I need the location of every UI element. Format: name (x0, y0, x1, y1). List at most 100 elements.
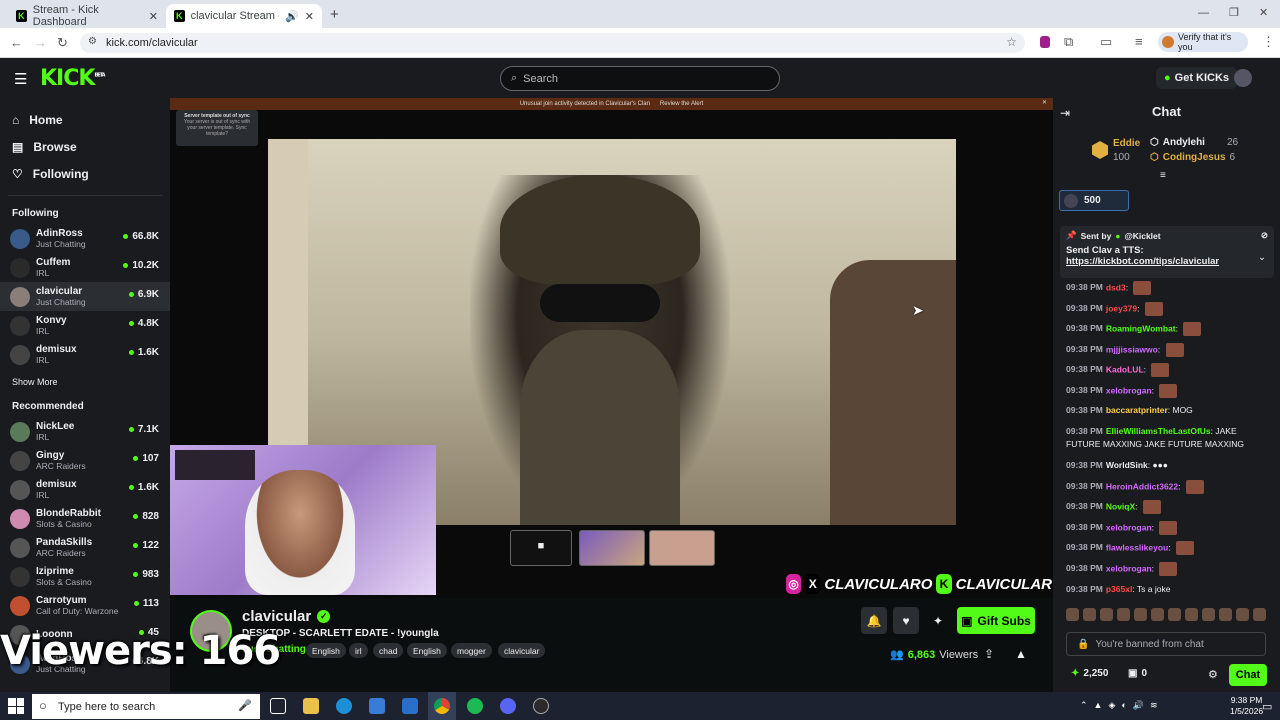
message-username[interactable]: RoamingWombat (1106, 323, 1176, 333)
task-view-icon[interactable] (270, 698, 286, 714)
gifter-2[interactable]: ⬡ Andylehi 26 (1150, 137, 1238, 148)
emote-icon[interactable] (1117, 608, 1130, 621)
message-username[interactable]: joey379 (1106, 303, 1137, 313)
message-username[interactable]: WorldSink (1106, 460, 1148, 470)
channel-row-adinross[interactable]: AdinRoss Just Chatting 66.8K (0, 224, 170, 253)
reload-icon[interactable]: ↻ (57, 35, 68, 51)
tab-kick-dashboard[interactable]: K Stream - Kick Dashboard ✕ (8, 4, 166, 28)
microphone-icon[interactable]: 🎤 (238, 699, 252, 712)
channel-row-demisux[interactable]: demisux IRL 1.6K (0, 340, 170, 369)
file-explorer-icon[interactable] (303, 698, 319, 714)
channel-row-cuffem[interactable]: Cuffem IRL 10.2K (0, 253, 170, 282)
emote-icon[interactable] (1219, 608, 1232, 621)
report-warning-icon[interactable]: ▲ (1015, 647, 1027, 661)
balance-kicks[interactable]: ▣ 0 (1128, 668, 1147, 679)
show-more-link[interactable]: Show More (0, 369, 170, 395)
send-chat-button[interactable]: Chat (1229, 664, 1267, 686)
emote-icon[interactable] (1151, 608, 1164, 621)
system-tray-icons[interactable]: ⌃▲◈◐🔊≋ (1080, 700, 1164, 711)
channel-row-blonderabbit[interactable]: BlondeRabbit Slots & Casino 828 (0, 504, 170, 533)
emote-icon[interactable] (1185, 608, 1198, 621)
bookmark-star-icon[interactable]: ☆ (1006, 35, 1017, 49)
user-avatar[interactable] (1234, 69, 1252, 87)
kick-points-chip[interactable]: 500 (1059, 190, 1129, 211)
message-username[interactable]: mjjjissiawwo (1106, 344, 1158, 354)
channel-row-clavicular[interactable]: clavicular Just Chatting 6.9K (0, 282, 170, 311)
site-info-icon[interactable]: ⚙ (88, 36, 97, 47)
message-username[interactable]: HeroinAddict3622 (1106, 481, 1178, 491)
gifter-1[interactable]: Eddie 100 (1113, 137, 1140, 165)
sparkle-button[interactable]: ✦ (925, 607, 951, 634)
message-username[interactable]: xelobrogan (1106, 385, 1152, 395)
alert-action-link[interactable]: Review the Alert (660, 101, 703, 107)
chat-input-banned[interactable]: 🔒 You're banned from chat (1066, 632, 1266, 656)
message-username[interactable]: NoviqX (1106, 501, 1135, 511)
emote-icon[interactable] (1236, 608, 1249, 621)
thumb-camera[interactable]: ■ (510, 530, 572, 566)
speaker-icon[interactable]: 🔊 (285, 10, 299, 23)
follow-heart-button[interactable]: ♥ (893, 607, 919, 634)
sidebar-item-home[interactable]: ⌂ Home (0, 106, 170, 133)
emote-icon[interactable] (1066, 608, 1079, 621)
search-input[interactable]: ⌕ Search (500, 66, 780, 91)
unpin-icon[interactable]: ⊘ (1261, 230, 1268, 241)
sidebar-item-following[interactable]: ♡ Following (0, 160, 170, 187)
profile-verify-chip[interactable]: Verify that it's you (1158, 32, 1248, 52)
sidebar-item-browse[interactable]: ▤ Browse (0, 133, 170, 160)
notifications-icon[interactable]: ▭ (1262, 700, 1272, 713)
message-username[interactable]: p365xl (1106, 584, 1132, 594)
channel-row-pandaskills[interactable]: PandaSkills ARC Raiders 122 (0, 533, 170, 562)
chrome-icon[interactable] (434, 698, 450, 714)
close-tab-icon[interactable]: ✕ (149, 10, 158, 23)
message-username[interactable]: KadoLUL (1106, 364, 1144, 374)
forward-icon[interactable]: → (34, 35, 47, 50)
gifter-3[interactable]: ⬡ CodingJesus 6 (1150, 152, 1235, 163)
edge-icon[interactable] (336, 698, 352, 714)
channel-row-gingy[interactable]: Gingy ARC Raiders 107 (0, 446, 170, 475)
thumb-participant-2[interactable] (649, 530, 715, 566)
new-tab-icon[interactable]: + (330, 6, 339, 23)
channel-row-konvy[interactable]: Konvy IRL 4.8K (0, 311, 170, 340)
message-username[interactable]: EllieWilliamsTheLastOfUs (1106, 426, 1211, 436)
tag-chip[interactable]: English (306, 643, 346, 658)
emote-icon[interactable] (1100, 608, 1113, 621)
discord-icon[interactable] (500, 698, 516, 714)
filter-icon[interactable]: ≡ (1160, 170, 1166, 181)
message-username[interactable]: dsd3 (1106, 282, 1126, 292)
spotify-icon[interactable] (467, 698, 483, 714)
chat-settings-gear-icon[interactable]: ⚙ (1208, 668, 1218, 681)
extensions-puzzle-icon[interactable]: ⧉ (1064, 34, 1073, 50)
expand-chevron-icon[interactable]: ⌄ (1258, 252, 1266, 263)
balance-points[interactable]: ✦ 2,250 (1071, 668, 1108, 679)
pinned-link[interactable]: https://kickbot.com/tips/clavicular (1066, 256, 1268, 267)
url-field[interactable]: ⚙ kick.com/clavicular ☆ (80, 33, 1025, 53)
tag-chip[interactable]: mogger (451, 643, 492, 658)
close-window-icon[interactable]: ✕ (1259, 6, 1268, 19)
tag-chip[interactable]: English (407, 643, 447, 658)
taskbar-clock[interactable]: 9:38 PM 1/5/2026 (1230, 695, 1263, 717)
channel-row-carrotyum[interactable]: Carrotyum Call of Duty: Warzone 113 (0, 591, 170, 620)
channel-row-iziprime[interactable]: Iziprime Slots & Casino 983 (0, 562, 170, 591)
message-username[interactable]: xelobrogan (1106, 563, 1152, 573)
message-username[interactable]: flawlesslikeyou (1106, 542, 1168, 552)
tab-clavicular-stream[interactable]: K clavicular Stream - Watch L 🔊 ✕ (166, 4, 322, 28)
share-icon[interactable]: ⇪ (984, 647, 994, 661)
store-icon[interactable] (369, 698, 385, 714)
tag-chip[interactable]: chad (373, 643, 404, 658)
message-username[interactable]: xelobrogan (1106, 522, 1152, 532)
extension-shield-icon[interactable] (1040, 36, 1050, 48)
browser-menu-icon[interactable]: ⋮ (1262, 34, 1275, 50)
gift-subs-button[interactable]: ▣ Gift Subs (957, 607, 1035, 634)
windows-start-icon[interactable] (8, 698, 24, 714)
hamburger-menu-icon[interactable]: ☰ (14, 70, 27, 88)
taskbar-search-input[interactable]: ○ Type here to search 🎤 (32, 694, 260, 719)
message-username[interactable]: baccaratprinter (1106, 405, 1168, 415)
emote-icon[interactable] (1202, 608, 1215, 621)
downloads-icon[interactable]: ≡ (1135, 34, 1143, 49)
obs-icon[interactable] (533, 698, 549, 714)
maximize-icon[interactable]: ❐ (1229, 6, 1239, 19)
channel-row-demisux[interactable]: demisux IRL 1.6K (0, 475, 170, 504)
emote-icon[interactable] (1083, 608, 1096, 621)
emote-icon[interactable] (1168, 608, 1181, 621)
close-alert-icon[interactable]: ✕ (1042, 99, 1047, 106)
